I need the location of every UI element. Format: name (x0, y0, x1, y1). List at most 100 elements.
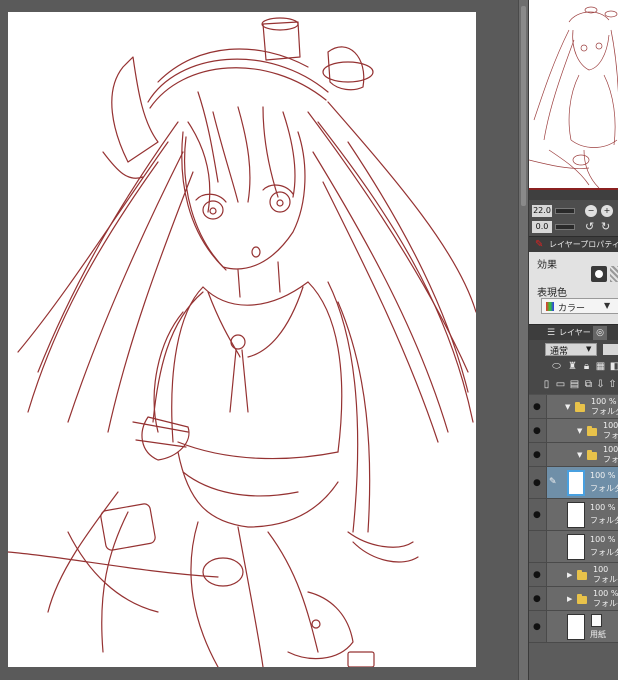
tone-effect-button[interactable] (610, 266, 618, 282)
vertical-scrollbar[interactable] (518, 0, 528, 680)
layer-name: フォ (603, 455, 618, 464)
lock-icon[interactable]: 🔒︎ (581, 361, 592, 373)
visibility-toggle[interactable]: ● (529, 563, 547, 586)
layer-row[interactable]: ● ▼ 100 フォ (529, 419, 618, 443)
layer-name: フォルダ (593, 599, 618, 608)
effect-label: 効果 (537, 260, 557, 271)
canvas-area[interactable] (0, 0, 518, 680)
layers-icon: ☰ (547, 328, 556, 338)
layer-property-tab-label: レイヤープロパティ (549, 240, 618, 249)
paper-layer-icon (591, 614, 602, 627)
layer-name: フォルダ (590, 484, 618, 493)
layer-name: フォルダ (593, 575, 618, 584)
layer-row[interactable]: ● ▶ 100 % フォルダ (529, 587, 618, 611)
delete-layer-icon[interactable]: ⇧ (607, 379, 618, 391)
eye-icon: ● (533, 426, 541, 436)
layer-tab-label: レイヤー (559, 328, 591, 337)
chevron-down-icon[interactable]: ▼ (577, 427, 582, 435)
layer-name: フォ (603, 431, 618, 440)
layer-property-tab[interactable]: ✎ レイヤープロパティ (529, 236, 618, 252)
sketch-drawing (8, 17, 476, 667)
rotation-slider[interactable] (555, 224, 575, 230)
paper-thumbnail (567, 614, 585, 640)
navigator-toolbar: 22.0 − + 0.0 ↺ ↻ (529, 200, 618, 236)
opacity-slider[interactable] (603, 344, 618, 355)
drawing-canvas[interactable] (8, 12, 476, 667)
blend-mode-row: 通常 ▼ (529, 340, 618, 358)
layer-thumbnail (567, 470, 585, 496)
new-folder-icon[interactable]: ▤ (569, 379, 580, 391)
navigator-preview[interactable] (529, 0, 618, 190)
layer-opacity: 100 % (590, 503, 616, 512)
folder-icon (575, 402, 585, 412)
eye-icon: ● (533, 402, 541, 412)
expression-color-label: 表現色 (537, 288, 567, 299)
layer-property-panel: 効果 表現色 カラー ▼ (529, 252, 618, 324)
rotation-value[interactable]: 0.0 (532, 221, 552, 233)
eye-icon: ● (533, 594, 541, 604)
chevron-right-icon[interactable]: ▶ (567, 595, 572, 603)
layer-list[interactable]: ● ▼ 100 % フォルダ ● ▼ 100 フォ ● ▼ 100 フォ (529, 395, 618, 680)
new-raster-layer-icon[interactable]: ▯ (541, 379, 552, 391)
lock-transparent-icon[interactable]: ▦ (595, 361, 606, 373)
clip-icon[interactable]: ⬭ (551, 361, 562, 373)
blend-mode-select[interactable]: 通常 ▼ (545, 343, 597, 357)
visibility-toggle[interactable]: ● (529, 395, 547, 418)
scrollbar-thumb[interactable] (521, 6, 526, 206)
layer-thumbnail (567, 502, 585, 528)
rotate-left-icon[interactable]: ↺ (585, 221, 594, 233)
layer-opacity: 100 % (593, 589, 618, 598)
zoom-slider[interactable] (555, 208, 575, 214)
merge-down-icon[interactable]: ⇩ (595, 379, 606, 391)
eye-icon: ● (533, 510, 541, 520)
visibility-toggle[interactable]: ● (529, 611, 547, 642)
zoom-in-icon[interactable]: + (601, 205, 613, 217)
visibility-toggle[interactable]: ● (529, 467, 547, 498)
folder-icon (587, 426, 597, 436)
layer-opacity: 100 (603, 445, 618, 454)
layer-opacity: 100 % (590, 471, 616, 480)
chevron-down-icon[interactable]: ▼ (577, 451, 582, 459)
brush-icon: ✎ (535, 239, 544, 250)
chevron-right-icon[interactable]: ▶ (567, 571, 572, 579)
new-vector-layer-icon[interactable]: ▭ (555, 379, 566, 391)
layer-opacity: 100 % (590, 535, 616, 544)
layer-action-row: ▯ ▭ ▤ ⧉ ⇩ ⇧ (529, 376, 618, 394)
expression-color-select[interactable]: カラー ▼ (541, 298, 618, 314)
copy-layer-icon[interactable]: ⧉ (583, 379, 594, 391)
folder-icon (577, 570, 587, 580)
reference-icon[interactable]: ♜ (567, 361, 578, 373)
right-panel: 22.0 − + 0.0 ↺ ↻ ✎ レイヤープロパティ 効果 表現色 カラー … (528, 0, 618, 680)
color-swatch-icon (546, 302, 554, 311)
eye-icon: ● (533, 622, 541, 632)
folder-icon (587, 450, 597, 460)
layer-row-selected[interactable]: ● ✎ 100 % フォルダ (529, 467, 618, 499)
zoom-out-icon[interactable]: − (585, 205, 597, 217)
layer-row[interactable]: ● ▶ 100 フォルダ (529, 563, 618, 587)
clip-studio-window: 22.0 − + 0.0 ↺ ↻ ✎ レイヤープロパティ 効果 表現色 カラー … (0, 0, 618, 680)
visibility-toggle[interactable]: ● (529, 587, 547, 610)
layer-row[interactable]: ● 100 % フォルダ (529, 499, 618, 531)
visibility-toggle[interactable]: ● (529, 419, 547, 442)
rotate-right-icon[interactable]: ↻ (601, 221, 610, 233)
visibility-toggle[interactable]: ● (529, 499, 547, 530)
layer-opacity: 100 (593, 565, 609, 574)
layer-tab[interactable]: ☰ レイヤー ◎ (529, 324, 618, 340)
navigator-thumbnail (529, 6, 618, 188)
expression-color-value: カラー (558, 304, 586, 314)
chevron-down-icon[interactable]: ▼ (565, 403, 570, 411)
layer-row[interactable]: ● ▼ 100 % フォルダ (529, 395, 618, 419)
layer-thumbnail (567, 534, 585, 560)
edit-pen-icon: ✎ (549, 477, 557, 487)
layer-row-paper[interactable]: ● 用紙 (529, 611, 618, 643)
folder-icon (577, 594, 587, 604)
navigator-divider (529, 190, 618, 200)
layer-search-icon[interactable]: ◎ (593, 326, 607, 340)
zoom-value[interactable]: 22.0 (532, 205, 552, 217)
mask-icon[interactable]: ◧ (609, 361, 618, 373)
border-effect-button[interactable] (591, 266, 607, 282)
layer-row[interactable]: ● ▼ 100 フォ (529, 443, 618, 467)
visibility-toggle[interactable] (529, 531, 547, 562)
visibility-toggle[interactable]: ● (529, 443, 547, 466)
layer-row[interactable]: 100 % フォルダ (529, 531, 618, 563)
